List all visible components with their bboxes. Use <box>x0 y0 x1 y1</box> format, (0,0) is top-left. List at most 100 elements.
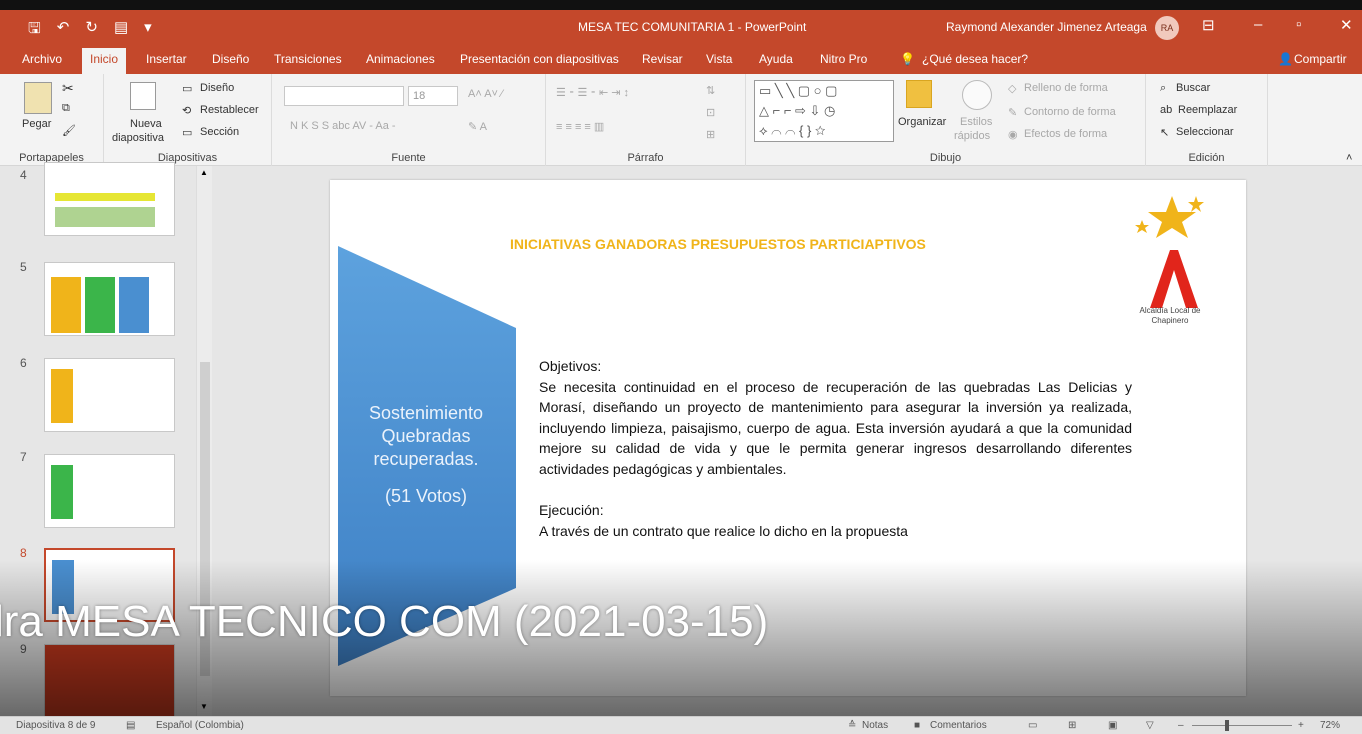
comments-button[interactable]: Comentarios <box>930 720 987 731</box>
tab-inicio[interactable]: Inicio <box>82 48 127 74</box>
slide-sorter-icon[interactable]: ⊞ <box>1068 720 1076 731</box>
font-size-select[interactable]: 18 <box>408 86 458 106</box>
select-button[interactable]: Seleccionar <box>1176 126 1233 138</box>
ribbon-tabs: Archivo Inicio Insertar Diseño Transicio… <box>0 46 1362 74</box>
tab-presentacion[interactable]: Presentación con diapositivas <box>460 52 619 66</box>
avatar[interactable]: RA <box>1155 16 1179 40</box>
paste-icon[interactable] <box>24 82 52 114</box>
window-title: MESA TEC COMUNITARIA 1 - PowerPoint <box>578 20 807 34</box>
logo-line: Chapinero <box>1151 316 1189 325</box>
shape-fill-icon[interactable]: ◇ <box>1008 82 1016 95</box>
shapes-gallery[interactable]: ▭ ╲ ╲ ▢ ○ ▢ △ ⌐ ⌐ ⇨ ⇩ ◷ ⟡ ⌒ ⌒ { } ☆ <box>754 80 894 142</box>
layout-icon[interactable]: ▭ <box>182 82 192 95</box>
thumbnail-slide-6[interactable] <box>44 358 175 432</box>
new-slide-label[interactable]: Nueva <box>130 118 162 130</box>
notes-button[interactable]: Notas <box>862 720 888 731</box>
copy-icon[interactable]: ⧉ <box>62 102 70 115</box>
lightbulb-icon: 💡 <box>900 52 915 66</box>
thumbnail-slide-4[interactable] <box>44 162 175 236</box>
format-painter-icon[interactable]: 🖌 <box>62 124 76 137</box>
tab-animaciones[interactable]: Animaciones <box>366 52 435 66</box>
slideshow-icon[interactable]: ▽ <box>1146 720 1154 731</box>
minimize-button[interactable]: – <box>1254 16 1262 33</box>
format-buttons[interactable]: N K S S abc AV - Aa - <box>290 120 396 132</box>
tab-diseno[interactable]: Diseño <box>212 52 249 66</box>
tell-me-input[interactable]: ¿Qué desea hacer? <box>922 52 1028 66</box>
maximize-button[interactable]: ▫ <box>1296 16 1301 33</box>
select-icon[interactable]: ↖ <box>1160 126 1169 139</box>
share-button[interactable]: Compartir <box>1294 52 1347 66</box>
collapse-ribbon-icon[interactable]: ˄ <box>1346 152 1352 164</box>
logo-text: Alcaldía Local de Chapinero <box>1120 306 1220 326</box>
tab-insertar[interactable]: Insertar <box>146 52 187 66</box>
shape-outline-icon[interactable]: ✎ <box>1008 106 1017 119</box>
section-icon[interactable]: ▭ <box>182 126 192 139</box>
user-name[interactable]: Raymond Alexander Jimenez Arteaga <box>946 20 1147 34</box>
reset-icon[interactable]: ⟲ <box>182 104 191 117</box>
section-button[interactable]: Sección <box>200 126 239 138</box>
shape-effects-icon[interactable]: ◉ <box>1008 128 1018 141</box>
thumbnail-slide-7[interactable] <box>44 454 175 528</box>
tab-ayuda[interactable]: Ayuda <box>759 52 793 66</box>
font-name-select[interactable] <box>284 86 404 106</box>
arrange-icon[interactable] <box>906 80 932 108</box>
bullets-icon[interactable]: ☰ ⁃ ☰ ⁃ ⇤ ⇥ ↕ <box>556 86 629 99</box>
align-icon[interactable]: ≡ ≡ ≡ ≡ ▥ <box>556 120 604 133</box>
group-label: Fuente <box>391 152 426 164</box>
slide-position: Diapositiva 8 de 9 <box>16 720 96 731</box>
reading-view-icon[interactable]: ▣ <box>1108 720 1117 731</box>
tab-transiciones[interactable]: Transiciones <box>274 52 342 66</box>
zoom-level[interactable]: 72% <box>1320 720 1340 731</box>
customize-icon[interactable]: ▾ <box>144 18 152 43</box>
quick-styles-label[interactable]: Estilos <box>960 116 992 128</box>
group-font: 18 A˄ A˅ ⁄ N K S S abc AV - Aa - ✎ A Fue… <box>272 74 546 166</box>
find-button[interactable]: Buscar <box>1176 82 1210 94</box>
save-icon[interactable]: 🖫 <box>28 18 41 43</box>
tab-nitro[interactable]: Nitro Pro <box>820 52 867 66</box>
layout-button[interactable]: Diseño <box>200 82 234 94</box>
search-icon[interactable]: ⌕ <box>1160 82 1166 95</box>
ribbon-display-icon[interactable]: ⊟ <box>1202 16 1215 34</box>
new-slide-label-2[interactable]: diapositiva <box>112 132 164 144</box>
redo-icon[interactable]: ↻ <box>85 18 98 43</box>
comments-icon[interactable]: ■ <box>914 720 920 731</box>
shape-fill-button[interactable]: Relleno de forma <box>1024 82 1108 94</box>
close-button[interactable]: ✕ <box>1340 16 1353 34</box>
slide-body-text[interactable]: Objetivos: Se necesita continuidad en el… <box>539 356 1132 541</box>
undo-icon[interactable]: ↶ <box>57 18 70 43</box>
zoom-slider-handle[interactable] <box>1225 720 1229 731</box>
align-text-icon[interactable]: ⊡ <box>706 106 715 119</box>
thumbnail-slide-5[interactable] <box>44 262 175 336</box>
thumbnail-number: 5 <box>20 260 27 274</box>
tab-revisar[interactable]: Revisar <box>642 52 683 66</box>
text-direction-icon[interactable]: ⇅ <box>706 84 715 97</box>
spellcheck-icon[interactable]: ▤ <box>126 720 135 731</box>
shape-outline-button[interactable]: Contorno de forma <box>1024 106 1116 118</box>
quick-styles-label-2[interactable]: rápidos <box>954 130 990 142</box>
paste-button[interactable]: Pegar <box>22 118 51 130</box>
objectives-text: Se necesita continuidad en el proceso de… <box>539 378 1132 477</box>
arrange-button[interactable]: Organizar <box>898 116 946 128</box>
replace-icon[interactable]: ab <box>1160 104 1172 116</box>
group-paragraph: ☰ ⁃ ☰ ⁃ ⇤ ⇥ ↕ ≡ ≡ ≡ ≡ ▥ ⇅ ⊡ ⊞ Párrafo <box>546 74 746 166</box>
normal-view-icon[interactable]: ▭ <box>1028 720 1037 731</box>
notes-icon[interactable]: ≙ <box>848 720 856 731</box>
scroll-up-icon[interactable]: ▲ <box>200 168 208 177</box>
tab-archivo[interactable]: Archivo <box>22 52 62 66</box>
zoom-in-icon[interactable]: + <box>1298 720 1304 731</box>
reset-button[interactable]: Restablecer <box>200 104 259 116</box>
new-slide-icon[interactable] <box>130 82 156 110</box>
smartart-icon[interactable]: ⊞ <box>706 128 715 141</box>
language-status[interactable]: Español (Colombia) <box>156 720 244 731</box>
replace-button[interactable]: Reemplazar <box>1178 104 1237 116</box>
present-icon[interactable]: ▤ <box>114 18 128 43</box>
tab-vista[interactable]: Vista <box>706 52 732 66</box>
quick-styles-icon[interactable] <box>962 80 992 110</box>
shape-effects-button[interactable]: Efectos de forma <box>1024 128 1107 140</box>
cut-icon[interactable]: ✂ <box>62 80 74 97</box>
zoom-slider[interactable] <box>1192 725 1292 726</box>
font-color-icon[interactable]: ✎ A <box>468 120 487 133</box>
zoom-out-icon[interactable]: – <box>1178 720 1184 731</box>
group-label: Párrafo <box>627 152 664 164</box>
grow-font-icon[interactable]: A˄ A˅ ⁄ <box>468 88 503 100</box>
